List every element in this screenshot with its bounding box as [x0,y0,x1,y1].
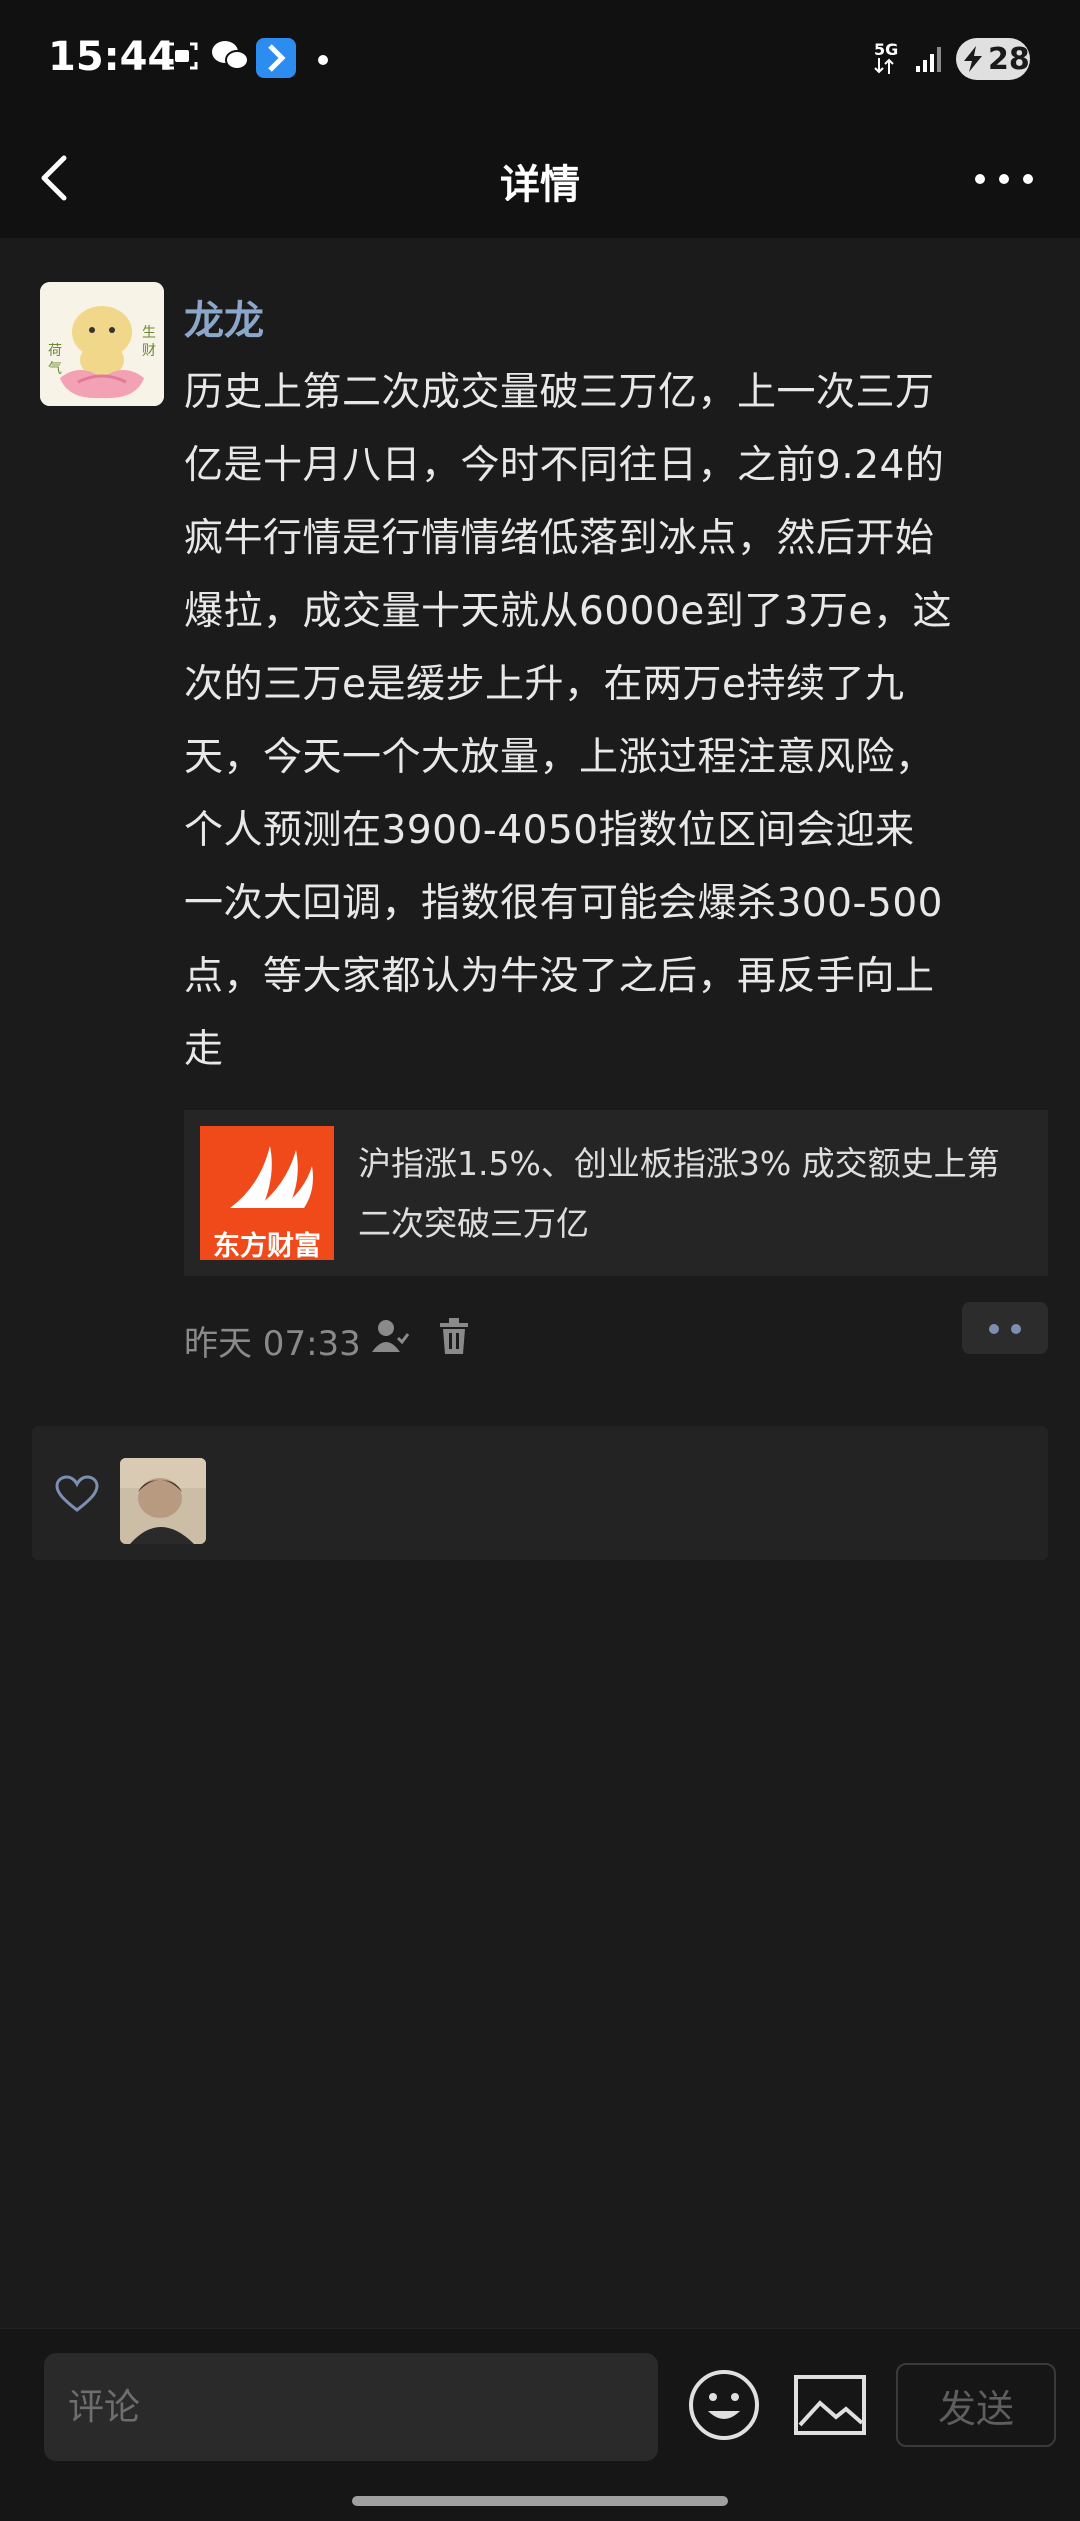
signal-icon [916,47,941,72]
comment-input[interactable] [44,2353,658,2461]
wechat-icon [212,41,249,70]
charging-icon [964,46,982,72]
article-title-line: 沪指涨1.5%、创业板指涨3% 成交额史上第 [358,1144,1000,1183]
page-title: 详情 [500,162,580,208]
more-options-icon[interactable] [968,162,1040,196]
post-time: 昨天 07:33 [184,1324,361,1364]
likes-panel [32,1426,1048,1560]
article-title-line: 二次突破三万亿 [358,1204,589,1243]
home-indicator[interactable] [352,2496,728,2506]
post-text: 历史上第二次成交量破三万亿，上一次三万 亿是十月八日，今时不同往日，之前9.24… [184,356,1034,1086]
notification-dot [318,55,328,65]
image-icon[interactable] [792,2371,868,2439]
author-avatar[interactable]: 荷 气 生 财 [40,282,164,406]
battery-indicator: 28 [956,38,1030,80]
screenshot-icon [166,42,198,70]
send-button[interactable]: 发送 [896,2363,1056,2447]
source-logo-text: 东方财富 [213,1231,321,1262]
heart-icon [55,1475,99,1512]
post-text-line: 一次大回调，指数很有可能会爆杀300-500 [184,881,943,926]
post-text-line: 点，等大家都认为牛没了之后，再反手向上 [184,954,935,999]
emoji-icon[interactable] [686,2367,762,2443]
data-arrows-icon [874,58,894,74]
delete-icon[interactable] [438,1318,470,1354]
dot [1011,1324,1021,1334]
status-time: 15:44 [48,34,176,80]
battery-level: 28 [988,42,1030,77]
navigation-bar: 详情 [0,120,1080,238]
post-text-line: 个人预测在3900-4050指数位区间会迎来 [184,808,915,853]
avatar-char: 财 [142,343,156,359]
avatar-char: 荷 [48,343,62,359]
post-text-line: 次的三万e是缓步上升，在两万e持续了九 [184,662,905,707]
comment-bar: 发送 [0,2328,1080,2521]
liker-avatar-image [120,1458,206,1544]
visibility-contacts-icon[interactable] [370,1318,410,1354]
author-name[interactable]: 龙龙 [184,288,264,346]
post-text-line: 爆拉，成交量十天就从6000e到了3万e，这 [184,589,953,634]
app-notification-icon [256,38,296,78]
avatar-char: 生 [142,325,156,341]
dot [989,1324,999,1334]
post-text-line: 疯牛行情是行情情绪低落到冰点，然后开始 [184,516,935,561]
network-type-label: 5G [874,40,899,59]
post-text-line: 天，今天一个大放量，上涨过程注意风险， [184,735,935,780]
avatar-char: 气 [48,361,62,377]
shared-article-card[interactable]: 东方财富 沪指涨1.5%、创业板指涨3% 成交额史上第 二次突破三万亿 [184,1110,1048,1276]
post-text-line: 走 [184,1027,224,1072]
article-title: 沪指涨1.5%、创业板指涨3% 成交额史上第 二次突破三万亿 [358,1134,1038,1254]
like-comment-toggle-button[interactable] [962,1302,1048,1354]
status-bar: 15:44 5G 28 [0,0,1080,120]
liker-avatar[interactable] [120,1458,206,1544]
post-text-line: 亿是十月八日，今时不同往日，之前9.24的 [184,443,945,488]
post-text-line: 历史上第二次成交量破三万亿，上一次三万 [184,370,935,415]
source-logo: 东方财富 [200,1126,334,1262]
